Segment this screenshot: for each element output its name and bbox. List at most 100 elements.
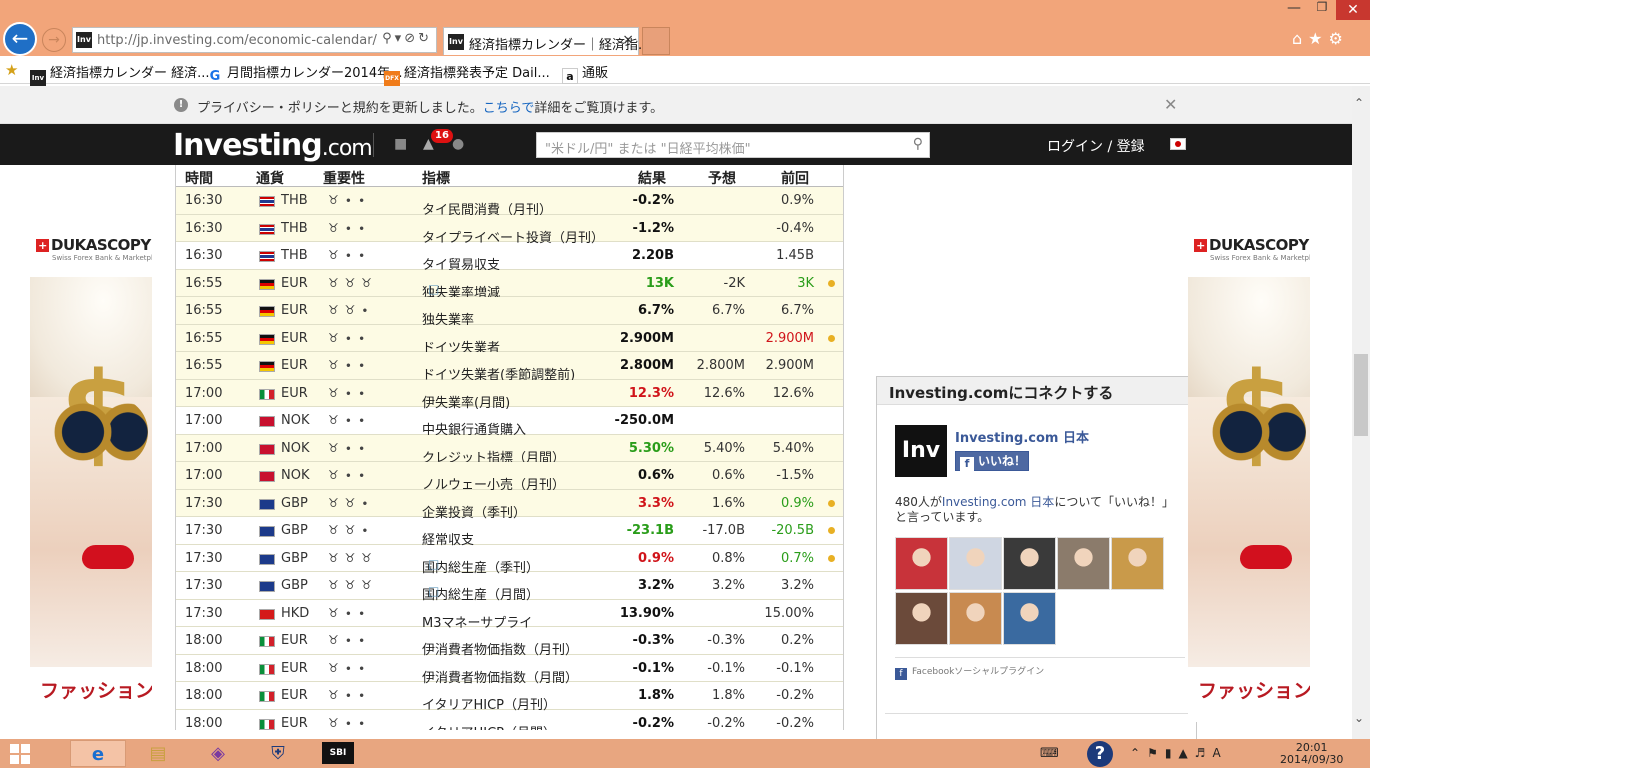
friend-avatar[interactable]: [949, 592, 1002, 645]
friend-avatar[interactable]: [895, 592, 948, 645]
friend-avatar[interactable]: [1111, 537, 1164, 590]
table-row[interactable]: 17:00 EUR ♉ ∙ ∙ 伊失業率(月間) 12.3% 12.6% 12.6%: [176, 379, 843, 411]
table-row[interactable]: 17:30 HKD ♉ ∙ ∙ M3マネーサプライ 13.90% 15.00%: [176, 600, 843, 631]
table-row[interactable]: 17:00 NOK ♉ ∙ ∙ クレジット指標（月間） 5.30% 5.40% 5.40%: [176, 434, 843, 466]
restore-icon[interactable]: ❐: [1308, 0, 1336, 20]
table-row[interactable]: 17:30 GBP ♉ ♉ ♉ 国内総生産（月間） □ 3.2% 3.2% 3.2%: [176, 572, 843, 603]
ime-indicator[interactable]: A: [1212, 746, 1227, 760]
table-row[interactable]: 18:00 EUR ♉ ∙ ∙ イタリアHICP（月刊） 1.8% 1.8% -0.2%: [176, 682, 843, 713]
table-row[interactable]: 16:55 EUR ♉ ♉ ♉ 独失業率増減 □ 13K -2K 3K: [176, 269, 843, 301]
tray-expand-icon[interactable]: ⌃: [1130, 746, 1147, 760]
clock[interactable]: 20:01 2014/09/30: [1280, 742, 1343, 766]
favorite-item[interactable]: Inv 経済指標カレンダー 経済...: [30, 62, 210, 86]
table-row[interactable]: 17:30 GBP ♉ ♉ ∙ 経常収支 -23.1B -17.0B -20.5B: [176, 517, 843, 548]
stop-icon[interactable]: ⊘: [404, 31, 418, 46]
col-previous[interactable]: 前回: [781, 168, 809, 188]
search-icon[interactable]: ⚲: [913, 136, 923, 152]
like-count-link[interactable]: Investing.com 日本: [942, 495, 1054, 509]
close-icon[interactable]: ✕: [1336, 0, 1370, 20]
site-logo[interactable]: Investing.com: [173, 128, 373, 163]
keyboard-icon[interactable]: ⌨: [1040, 746, 1065, 761]
table-row[interactable]: 16:55 EUR ♉ ♉ ∙ 独失業率 6.7% 6.7% 6.7%: [176, 297, 843, 328]
scroll-thumb[interactable]: [1354, 354, 1368, 436]
page-scrollbar[interactable]: ⌃ ⌄: [1352, 86, 1370, 739]
refresh-icon[interactable]: ↻: [418, 31, 432, 46]
friend-avatar[interactable]: [1003, 537, 1056, 590]
col-actual[interactable]: 結果: [638, 168, 666, 188]
minimize-icon[interactable]: —: [1280, 0, 1308, 20]
table-row[interactable]: 16:55 EUR ♉ ∙ ∙ ドイツ失業者 2.900M 2.900M: [176, 324, 843, 356]
security-shield-icon[interactable]: ⛨: [250, 740, 306, 767]
favorite-item[interactable]: G 月間指標カレンダー2014年...: [207, 62, 403, 85]
facebook-page-name[interactable]: Investing.com 日本: [955, 427, 1089, 446]
comment-icon[interactable]: □: [428, 282, 439, 296]
search-icon[interactable]: ⚲: [382, 31, 395, 46]
battery-icon[interactable]: ▮: [1165, 746, 1179, 760]
sbi-fxtrade-icon[interactable]: SBI: [310, 740, 366, 767]
file-explorer-icon[interactable]: ▤: [130, 740, 186, 767]
table-row[interactable]: 18:00 EUR ♉ ∙ ∙ イタリアHICP（月間） -0.2% -0.2% -0.2%: [176, 710, 843, 731]
friend-avatar[interactable]: [1003, 592, 1056, 645]
table-row[interactable]: 17:00 NOK ♉ ∙ ∙ 中央銀行通貨購入 -250.0M: [176, 407, 843, 438]
friend-avatar[interactable]: [895, 537, 948, 590]
signal-icon[interactable]: ▲: [1178, 746, 1194, 760]
facebook-plugin-label[interactable]: f Facebookソーシャルプラグイン: [895, 657, 1185, 680]
table-row[interactable]: 16:30 THB ♉ ∙ ∙ タイプライベート投資（月刊） -1.2% -0.4%: [176, 214, 843, 246]
home-icon[interactable]: ⌂: [1292, 29, 1308, 48]
scroll-up-icon[interactable]: ⌃: [1354, 96, 1364, 110]
left-ad-banner[interactable]: +DUKASCOPY Swiss Forex Bank & Marketplac…: [30, 232, 152, 722]
flag-icon[interactable]: ⚑: [1147, 746, 1165, 760]
notice-link[interactable]: こちらで: [483, 101, 535, 116]
tab-close-icon[interactable]: ×: [622, 32, 634, 48]
scroll-down-icon[interactable]: ⌄: [1354, 711, 1364, 725]
comment-icon[interactable]: □: [428, 584, 439, 598]
notice-close-icon[interactable]: ✕: [1164, 95, 1177, 114]
favorites-add-icon[interactable]: ★: [5, 61, 18, 79]
paint-icon[interactable]: ◈: [190, 740, 246, 767]
tab-economic-calendar[interactable]: Inv 経済指標カレンダー｜経済指... ×: [443, 27, 650, 55]
login-register-link[interactable]: ログイン / 登録: [1047, 136, 1145, 156]
forward-button[interactable]: →: [42, 28, 66, 52]
table-row[interactable]: 16:30 THB ♉ ∙ ∙ タイ貿易収支 2.20B 1.45B: [176, 242, 843, 273]
table-row[interactable]: 16:55 EUR ♉ ∙ ∙ ドイツ失業者(季節調整前) 2.800M 2.800M 2.…: [176, 352, 843, 383]
friend-avatar[interactable]: [1057, 537, 1110, 590]
new-tab-button[interactable]: [642, 27, 670, 55]
internet-explorer-icon[interactable]: e: [70, 740, 126, 767]
japan-flag-icon[interactable]: [1170, 138, 1186, 150]
back-button[interactable]: ←: [3, 22, 37, 56]
system-tray[interactable]: ⌃⚑▮▲♬A: [1130, 746, 1228, 760]
favorite-item[interactable]: DFX 経済指標発表予定 Dail...: [384, 62, 550, 87]
table-row[interactable]: 17:00 NOK ♉ ∙ ∙ ノルウェー小売（月刊） 0.6% 0.6% -1.5%: [176, 462, 843, 493]
url-text[interactable]: http://jp.investing.com/economic-calenda…: [97, 33, 377, 48]
table-row[interactable]: 17:30 GBP ♉ ♉ ♉ 国内総生産（季刊） □ 0.9% 0.8% 0.7%: [176, 545, 843, 576]
address-actions[interactable]: ⚲▾⊘↻: [382, 31, 432, 46]
windows-start-icon[interactable]: [10, 744, 30, 764]
col-forecast[interactable]: 予想: [708, 168, 736, 188]
notice-text: プライバシー・ポリシーと規約を更新しました。こちらで詳細をご覧頂けます。: [197, 97, 663, 116]
dropdown-icon[interactable]: ▾: [395, 31, 405, 46]
site-search-input[interactable]: "米ドル/円" または "日経平均株価" ⚲: [536, 132, 930, 158]
col-currency[interactable]: 通貨: [256, 168, 284, 188]
gear-icon[interactable]: ⚙: [1329, 29, 1349, 48]
col-time[interactable]: 時間: [185, 168, 213, 188]
right-ad-banner[interactable]: +DUKASCOPY Swiss Forex Bank & Marketplac…: [1188, 232, 1310, 722]
col-indicator[interactable]: 指標: [422, 168, 450, 188]
comment-icon[interactable]: □: [428, 557, 439, 571]
table-row[interactable]: 18:00 EUR ♉ ∙ ∙ 伊消費者物価指数（月間） -0.1% -0.1% -0.1%: [176, 655, 843, 686]
volume-icon[interactable]: ♬: [1195, 746, 1213, 760]
globe-icon[interactable]: ●: [452, 136, 464, 152]
address-bar[interactable]: Inv http://jp.investing.com/economic-cal…: [72, 27, 437, 53]
country-flag-icon: [259, 251, 275, 262]
table-row[interactable]: 17:30 GBP ♉ ♉ ∙ 企業投資（季刊） 3.3% 1.6% 0.9%: [176, 489, 843, 521]
favorites-star-icon[interactable]: ★: [1308, 29, 1328, 48]
portfolio-icon[interactable]: ■: [394, 136, 407, 152]
indicator-name[interactable]: イタリアHICP（月間）: [422, 722, 556, 731]
col-importance[interactable]: 重要性: [323, 168, 365, 188]
favorite-item[interactable]: a 通販: [562, 62, 608, 84]
help-icon[interactable]: ?: [1087, 741, 1113, 767]
table-row[interactable]: 16:30 THB ♉ ∙ ∙ タイ民間消費（月刊） -0.2% 0.9%: [176, 187, 843, 218]
facebook-like-button[interactable]: f いいね！: [955, 451, 1029, 471]
table-row[interactable]: 18:00 EUR ♉ ∙ ∙ 伊消費者物価指数（月刊） -0.3% -0.3% 0.2%: [176, 627, 843, 658]
investing-logo-icon[interactable]: Inv: [895, 425, 947, 477]
friend-avatar[interactable]: [949, 537, 1002, 590]
